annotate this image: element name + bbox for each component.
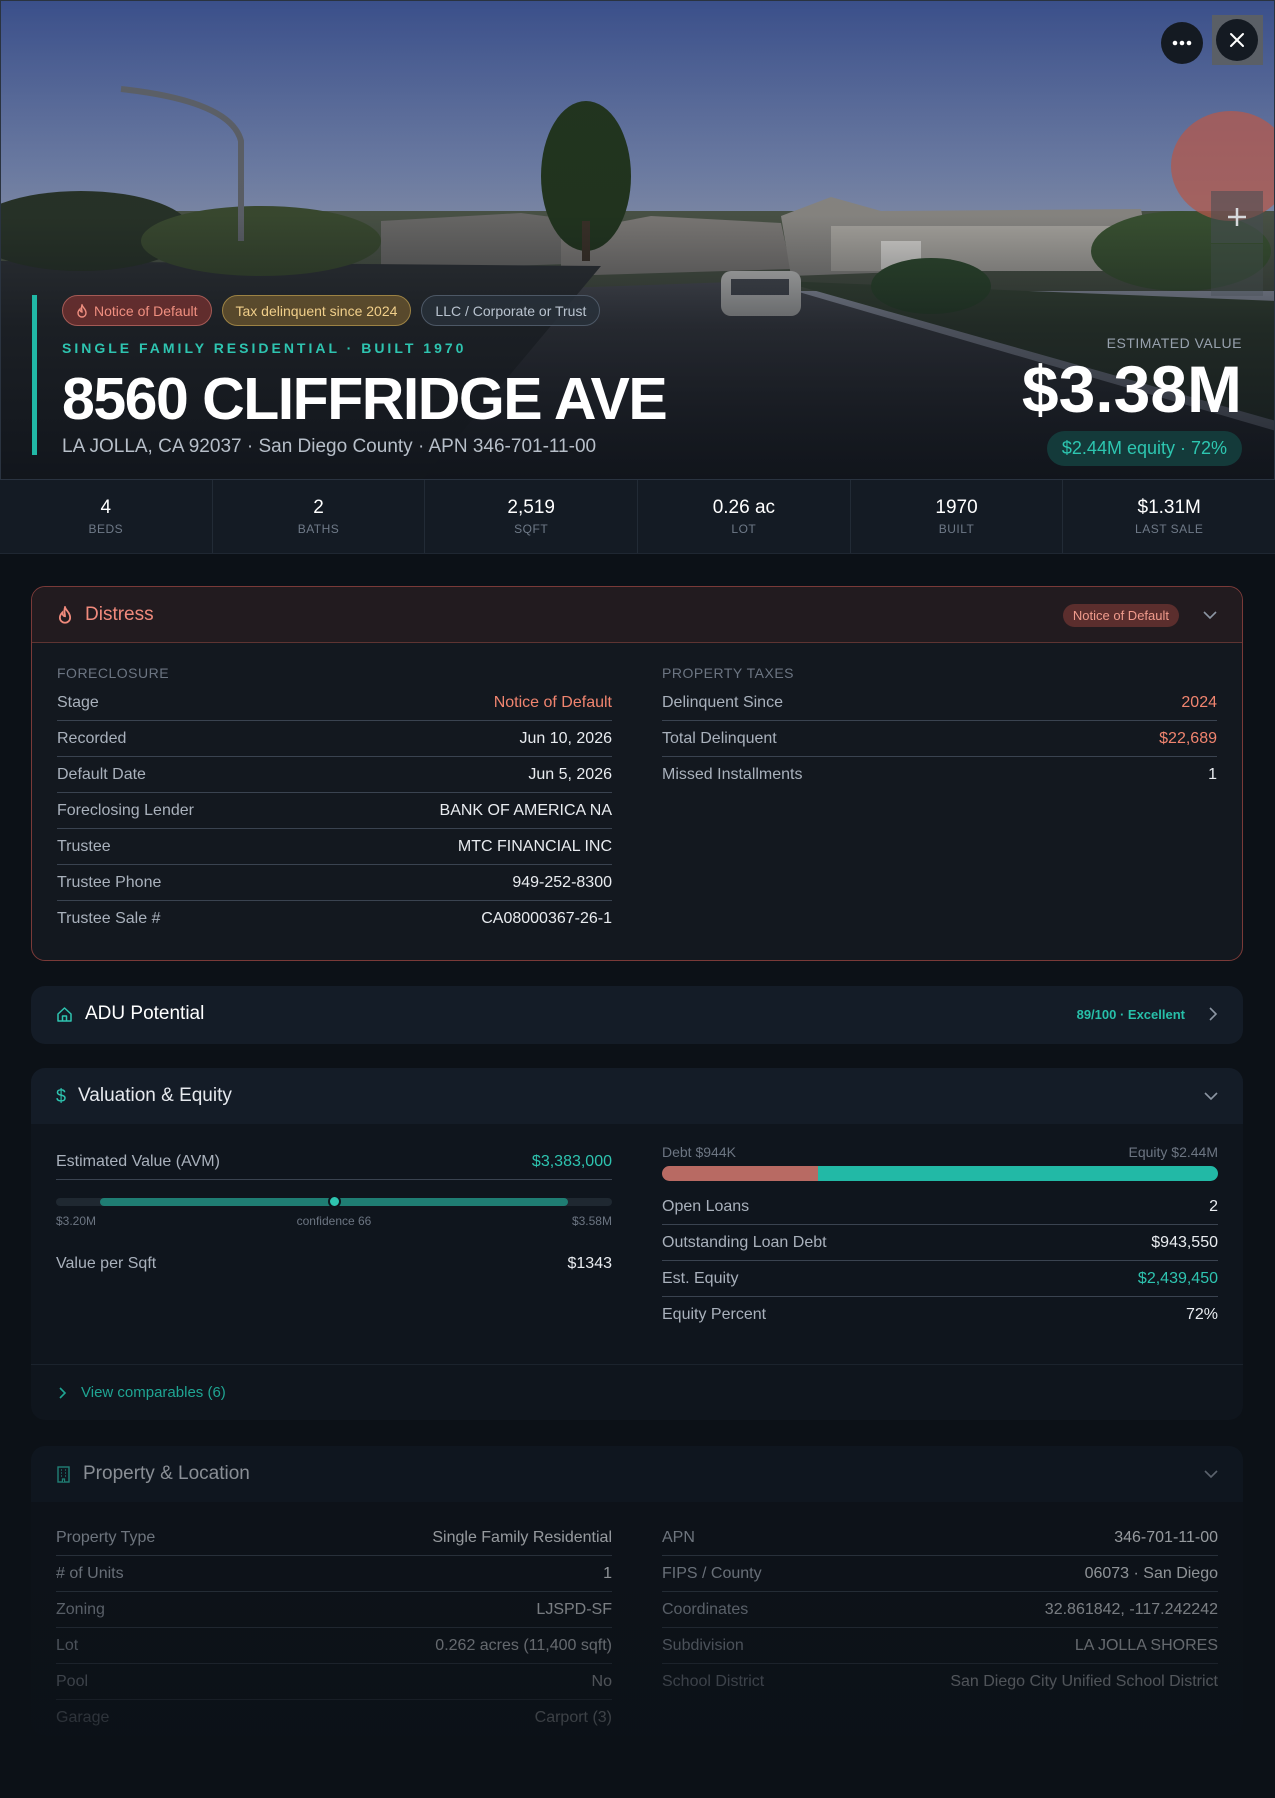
range-high: $3.58M — [571, 1214, 612, 1228]
ellipsis-icon — [1172, 40, 1192, 46]
tag-notice-of-default: Notice of Default — [62, 295, 212, 326]
adu-score: 89/100 · Excellent — [1076, 1006, 1185, 1022]
tag-owner-type: LLC / Corporate or Trust — [421, 295, 601, 326]
flame-icon — [77, 303, 87, 318]
debt-segment — [662, 1166, 818, 1181]
property-header: Notice of Default Tax delinquent since 2… — [32, 295, 668, 457]
avm-marker — [328, 1195, 341, 1208]
detail-row: Default Date Jun 5, 2026 — [57, 757, 612, 793]
tag-tax-delinquent: Tax delinquent since 2024 — [221, 295, 412, 326]
detail-row: APN 346-701-11-00 — [662, 1520, 1218, 1556]
detail-row: Outstanding Loan Debt $943,550 — [662, 1225, 1218, 1261]
avm-row: Estimated Value (AVM) $3,383,000 — [56, 1144, 612, 1180]
stat-baths: 2 BATHS — [213, 480, 426, 553]
detail-row: Property Type Single Family Residential — [56, 1520, 612, 1556]
chevron-right-icon[interactable] — [1209, 1007, 1218, 1021]
property-right-column: APN 346-701-11-00 FIPS / County 06073 · Sa… — [662, 1520, 1218, 1736]
detail-row: Lot 0.262 acres (11,400 sqft) — [56, 1628, 612, 1664]
confidence-label: confidence 66 — [296, 1214, 372, 1228]
property-title: Property & Location — [83, 1463, 250, 1484]
detail-row: Missed Installments 1 — [662, 766, 1217, 783]
adu-header[interactable]: ADU Potential 89/100 · Excellent — [31, 986, 1243, 1042]
equity-section: Debt $944K Equity $2.44M Open Loans 2 Out… — [662, 1124, 1218, 1333]
status-tags: Notice of Default Tax delinquent since 2… — [62, 295, 666, 326]
flame-icon — [58, 605, 72, 624]
detail-row: Garage Carport (3) — [56, 1709, 612, 1726]
valuation-equity-card: $ Valuation & Equity Estimated Value (AV… — [31, 1068, 1243, 1420]
close-button-focus-ring — [1212, 15, 1263, 65]
dollar-icon: $ — [56, 1085, 67, 1106]
range-low: $3.20M — [56, 1214, 97, 1228]
detail-row: Est. Equity $2,439,450 — [662, 1261, 1218, 1297]
detail-row: Stage Notice of Default — [57, 685, 612, 721]
chevron-down-icon[interactable] — [1204, 1091, 1218, 1101]
detail-row: Coordinates 32.861842, -117.242242 — [662, 1592, 1218, 1628]
avm-section: Estimated Value (AVM) $3,383,000 $3.20M … — [56, 1124, 612, 1333]
adu-potential-card[interactable]: ADU Potential 89/100 · Excellent — [31, 986, 1243, 1044]
stat-built: 1970 BUILT — [851, 480, 1064, 553]
close-button[interactable] — [1216, 19, 1258, 61]
stat-last-sale: $1.31M LAST SALE — [1135, 497, 1204, 536]
equity-segment — [817, 1166, 1218, 1181]
property-taxes-label: PROPERTY TAXES — [662, 665, 795, 681]
detail-row: Pool No — [56, 1664, 612, 1700]
chevron-right-icon — [59, 1386, 67, 1399]
detail-row: Trustee Sale # CA08000367-26-1 — [57, 910, 612, 927]
equity-label: Equity $2.44M — [1128, 1144, 1219, 1160]
adu-title: ADU Potential — [85, 1003, 205, 1024]
property-subtitle: SINGLE FAMILY RESIDENTIAL · BUILT 1970 — [62, 340, 467, 356]
estimated-value-label: ESTIMATED VALUE — [1106, 335, 1242, 351]
zoom-in-button[interactable] — [1211, 191, 1263, 243]
property-header-row[interactable]: Property & Location — [31, 1446, 1243, 1502]
building-icon — [57, 1465, 70, 1483]
detail-row: Recorded Jun 10, 2026 — [57, 721, 612, 757]
foreclosure-label: FORECLOSURE — [57, 665, 170, 681]
estimated-value-block: ESTIMATED VALUE $3.38M $2.44M equity · 7… — [1022, 335, 1242, 466]
property-left-column: Property Type Single Family Residential #… — [56, 1520, 612, 1736]
distress-title: Distress — [85, 603, 154, 625]
debt-equity-bar — [662, 1166, 1218, 1181]
valuation-header[interactable]: $ Valuation & Equity — [31, 1068, 1243, 1124]
property-taxes-section: PROPERTY TAXES Delinquent Since 2024 Tota… — [662, 643, 1217, 937]
detail-row: Total Delinquent $22,689 — [662, 721, 1217, 757]
detail-row: Open Loans 2 — [662, 1189, 1218, 1225]
more-options-button[interactable] — [1161, 22, 1203, 64]
property-address: 8560 CLIFFRIDGE AVE — [62, 366, 668, 432]
foreclosure-section: FORECLOSURE Stage Notice of Default Recor… — [57, 643, 612, 937]
stats-bar: 4 BEDS 2 BATHS 2,519 SQFT 0.26 ac LOT 19… — [0, 480, 1275, 554]
stat-sqft: 2,519 SQFT — [425, 480, 639, 553]
detail-row: Trustee MTC FINANCIAL INC — [57, 829, 612, 865]
home-icon — [57, 1006, 72, 1022]
distress-header[interactable]: Distress Notice of Default — [32, 587, 1242, 643]
detail-row: School District San Diego City Unified Sc… — [662, 1673, 1218, 1690]
detail-row: FIPS / County 06073 · San Diego — [662, 1556, 1218, 1592]
property-location: LA JOLLA, CA 92037 · San Diego County · … — [62, 436, 597, 457]
debt-label: Debt $944K — [662, 1144, 736, 1160]
zoom-out-button[interactable] — [1211, 244, 1263, 296]
stat-lot: 0.26 ac LOT — [638, 480, 851, 553]
estimated-value: $3.38M — [1021, 352, 1242, 426]
detail-row: # of Units 1 — [56, 1556, 612, 1592]
detail-row: Trustee Phone 949-252-8300 — [57, 865, 612, 901]
detail-row: Foreclosing Lender BANK OF AMERICA NA — [57, 793, 612, 829]
chevron-down-icon[interactable] — [1203, 610, 1217, 620]
distress-card: Distress Notice of Default FORECLOSURE S… — [31, 586, 1243, 961]
plus-icon — [1228, 208, 1246, 226]
close-icon — [1230, 33, 1244, 47]
equity-pill: $2.44M equity · 72% — [1046, 431, 1242, 466]
stat-beds: 4 BEDS — [0, 480, 213, 553]
view-comparables-link[interactable]: View comparables (6) — [31, 1364, 1243, 1420]
detail-row: Subdivision LA JOLLA SHORES — [662, 1628, 1218, 1664]
value-per-sqft-row: Value per Sqft $1343 — [56, 1255, 612, 1272]
avm-range-slider: $3.20M confidence 66 $3.58M — [56, 1192, 612, 1232]
distress-status-badge: Notice of Default — [1062, 603, 1179, 627]
detail-row: Zoning LJSPD-SF — [56, 1592, 612, 1628]
detail-row: Delinquent Since 2024 — [662, 685, 1217, 721]
valuation-title: Valuation & Equity — [78, 1085, 232, 1106]
chevron-down-icon[interactable] — [1204, 1469, 1218, 1479]
property-location-card: Property & Location Property Type Single … — [31, 1446, 1243, 1736]
hero-street-view: Notice of Default Tax delinquent since 2… — [0, 0, 1275, 480]
detail-row: Equity Percent 72% — [662, 1306, 1218, 1323]
